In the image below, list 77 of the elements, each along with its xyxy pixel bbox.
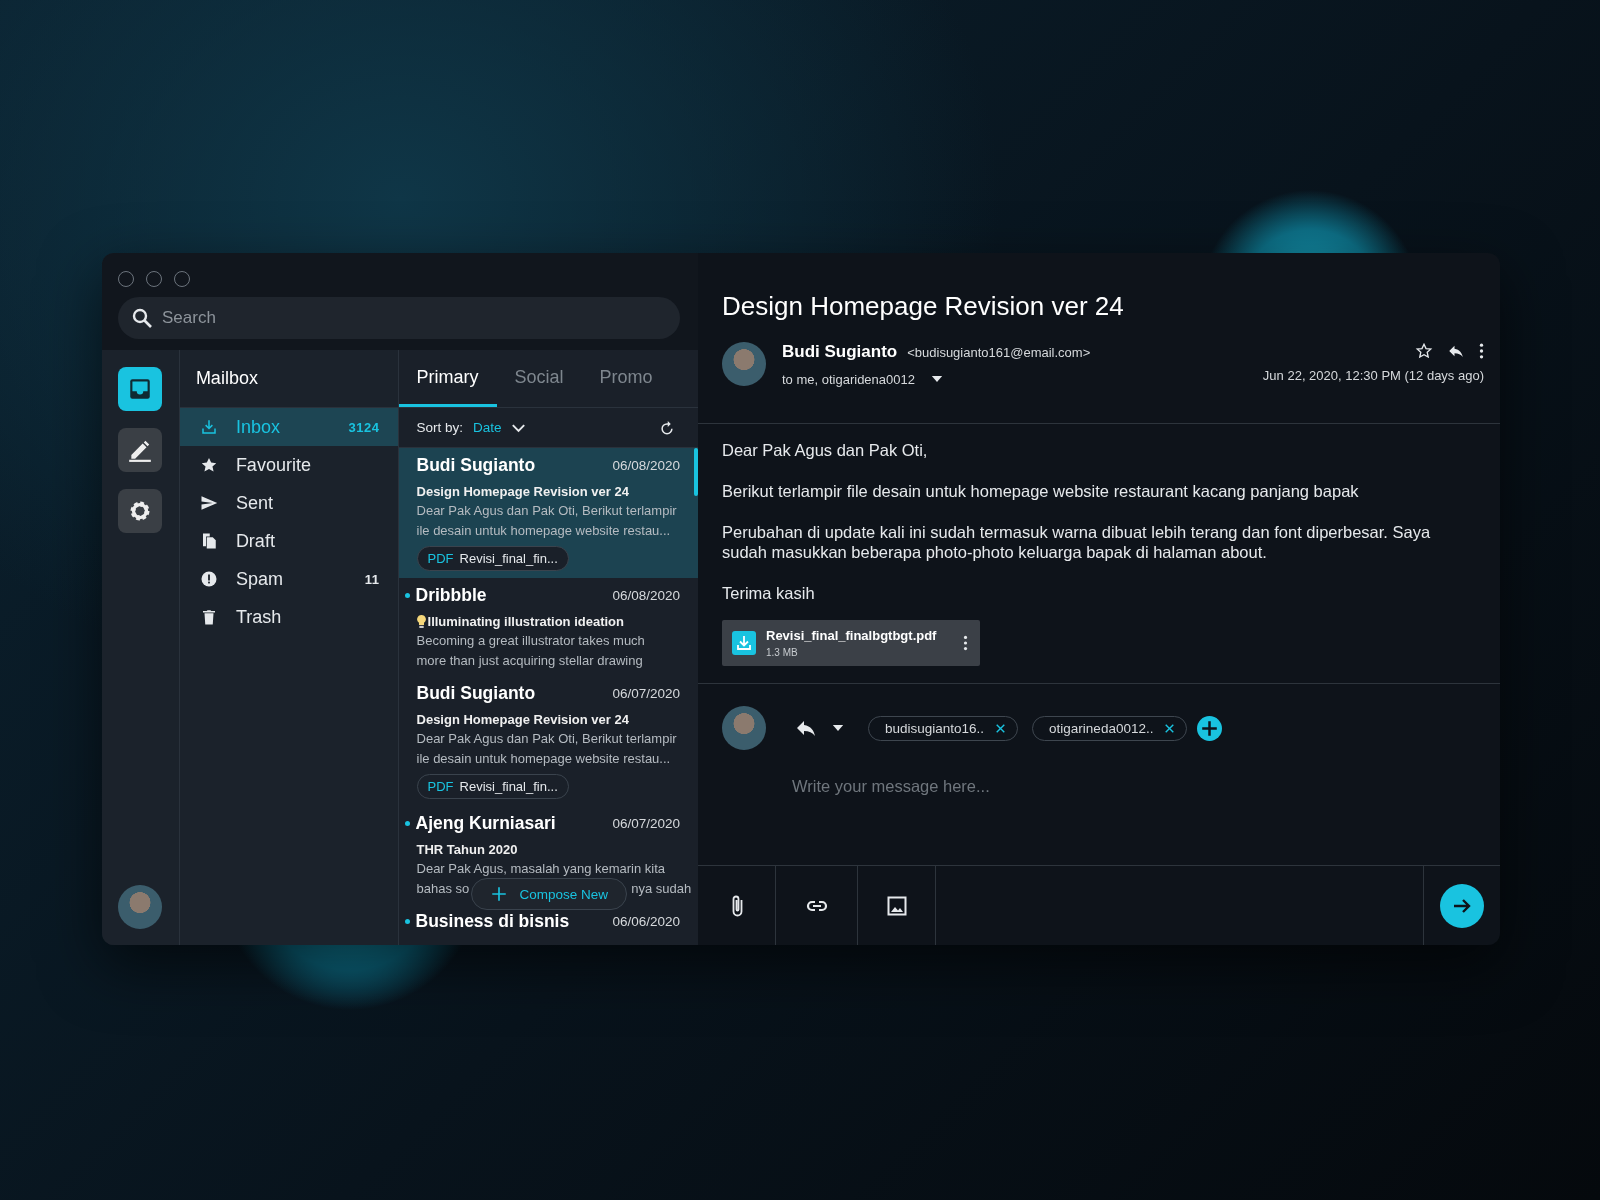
star-icon bbox=[1415, 342, 1433, 360]
tab[interactable]: Primary bbox=[398, 350, 497, 407]
inbox-button[interactable] bbox=[118, 367, 163, 411]
close-icon bbox=[994, 721, 1008, 735]
star-button[interactable] bbox=[1415, 342, 1433, 360]
more-button[interactable] bbox=[963, 635, 968, 651]
compose-button[interactable] bbox=[118, 428, 163, 472]
message-preview: Dear Pak Agus dan Pak Oti, Berikut terlampir bbox=[416, 503, 678, 519]
compose-button[interactable]: Compose New bbox=[470, 878, 628, 910]
message-item[interactable]: Budi Sugianto 06/08/2020 Design Homepage Revision ver 24 Dear Pak Agus dan Pak Oti, Berikut terlampir ile desain untuk homepage website restau... PDF Revisi_final_fin... bbox=[398, 448, 698, 578]
remove-button[interactable] bbox=[1163, 721, 1177, 735]
attachment-card[interactable]: Revisi_final_finalbgtbgt.pdf 1.3 MB bbox=[722, 620, 980, 666]
user-avatar bbox=[722, 706, 766, 750]
plus-icon bbox=[489, 885, 508, 903]
alert-icon bbox=[199, 570, 218, 588]
message-date: 06/08/2020 bbox=[612, 458, 680, 473]
send-button[interactable] bbox=[1440, 883, 1484, 928]
more-icon bbox=[963, 635, 968, 651]
message-preview: bahas so bbox=[416, 881, 470, 897]
sender-avatar bbox=[722, 342, 766, 386]
recipients-text: to me, otigaridena0012 bbox=[782, 371, 915, 387]
email-date: Jun 22, 2020, 12:30 PM (12 days ago) bbox=[1262, 368, 1484, 383]
email-paragraph: Berikut terlampir file desain untuk homepage website restaurant kacang panjang bapak bbox=[722, 481, 1360, 501]
folder-item[interactable]: Draft bbox=[179, 522, 398, 560]
message-preview: ile desain untuk homepage website restau... bbox=[416, 523, 672, 539]
sender-name: Budi Sugianto bbox=[416, 455, 537, 476]
attachment-size: 1.3 MB bbox=[766, 647, 799, 658]
email-paragraph: Dear Pak Agus dan Pak Oti, bbox=[722, 440, 929, 460]
email-subject: Design Homepage Revision ver 24 bbox=[721, 290, 1125, 322]
tab[interactable]: Promo bbox=[581, 350, 671, 407]
add-recipient-button[interactable] bbox=[1197, 715, 1223, 741]
send-icon bbox=[199, 494, 218, 512]
sender-email: <budisugianto161@email.com> bbox=[907, 345, 1091, 360]
more-icon bbox=[1479, 342, 1484, 360]
plus-icon bbox=[1197, 715, 1223, 741]
folder-item[interactable]: Favourite bbox=[179, 446, 398, 484]
close-icon bbox=[1163, 721, 1177, 735]
message-date: 06/07/2020 bbox=[612, 686, 680, 701]
more-button[interactable] bbox=[1479, 342, 1484, 360]
sender-name: Ajeng Kurniasari bbox=[415, 813, 557, 834]
email-paragraph: Terima kasih bbox=[722, 583, 816, 603]
sender-name: Budi Sugianto bbox=[416, 683, 537, 704]
sender-name: Business di bisnis bbox=[415, 911, 571, 932]
message-subject: Design Homepage Revision ver 24 bbox=[416, 484, 629, 499]
star-icon bbox=[199, 456, 218, 474]
user-avatar[interactable] bbox=[118, 885, 163, 929]
message-date: 06/07/2020 bbox=[612, 816, 680, 831]
folder-item[interactable]: Trash bbox=[179, 598, 398, 636]
sender-name: Dribbble bbox=[415, 585, 488, 606]
folder-item[interactable]: Sent bbox=[179, 484, 398, 522]
message-subject: Design Homepage Revision ver 24 bbox=[416, 712, 629, 727]
email-paragraph: Perubahan di update kali ini sudah termasuk warna dibuat lebih terang dan font diperbesar. Saya sudah masukkan beberapa photo-photo keluarga bapak di halaman about. bbox=[722, 522, 1432, 562]
message-preview: Becoming a great illustrator takes much bbox=[416, 633, 646, 649]
message-preview: Dear Pak Agus dan Pak Oti, Berikut terlampir bbox=[416, 731, 678, 747]
settings-button[interactable] bbox=[118, 489, 163, 533]
remove-button[interactable] bbox=[994, 721, 1008, 735]
search-field[interactable]: Search bbox=[118, 297, 680, 339]
tab[interactable]: Social bbox=[496, 350, 582, 407]
attachment-name: Revisi_final_finalbgtbgt.pdf bbox=[766, 628, 938, 643]
download-icon bbox=[732, 631, 756, 655]
message-preview: Dear Pak Agus, masalah yang kemarin kita bbox=[416, 861, 667, 877]
folder-item[interactable]: Spam 11 bbox=[179, 560, 398, 598]
message-subject: Illuminating illustration ideation bbox=[427, 614, 624, 629]
attachment-chip[interactable]: PDF Revisi_final_fin... bbox=[416, 546, 569, 571]
message-preview: ile desain untuk homepage website restau... bbox=[416, 751, 672, 767]
search-icon bbox=[130, 306, 154, 330]
message-subject: THR Tahun 2020 bbox=[416, 842, 518, 857]
sort-dropdown[interactable]: Sort by: Date bbox=[416, 418, 525, 437]
download-icon bbox=[199, 418, 218, 436]
sender-name: Budi Sugianto bbox=[782, 342, 898, 361]
message-date: 06/06/2020 bbox=[612, 914, 680, 929]
folder-item[interactable]: Inbox 3124 bbox=[179, 408, 398, 446]
message-preview: nya sudah bbox=[631, 881, 692, 897]
message-date: 06/08/2020 bbox=[612, 588, 680, 603]
attachment-chip[interactable]: PDF Revisi_final_fin... bbox=[416, 774, 569, 799]
message-field[interactable]: Write your message here... bbox=[790, 776, 1394, 797]
message-preview: more than just acquiring stellar drawing bbox=[416, 653, 644, 669]
